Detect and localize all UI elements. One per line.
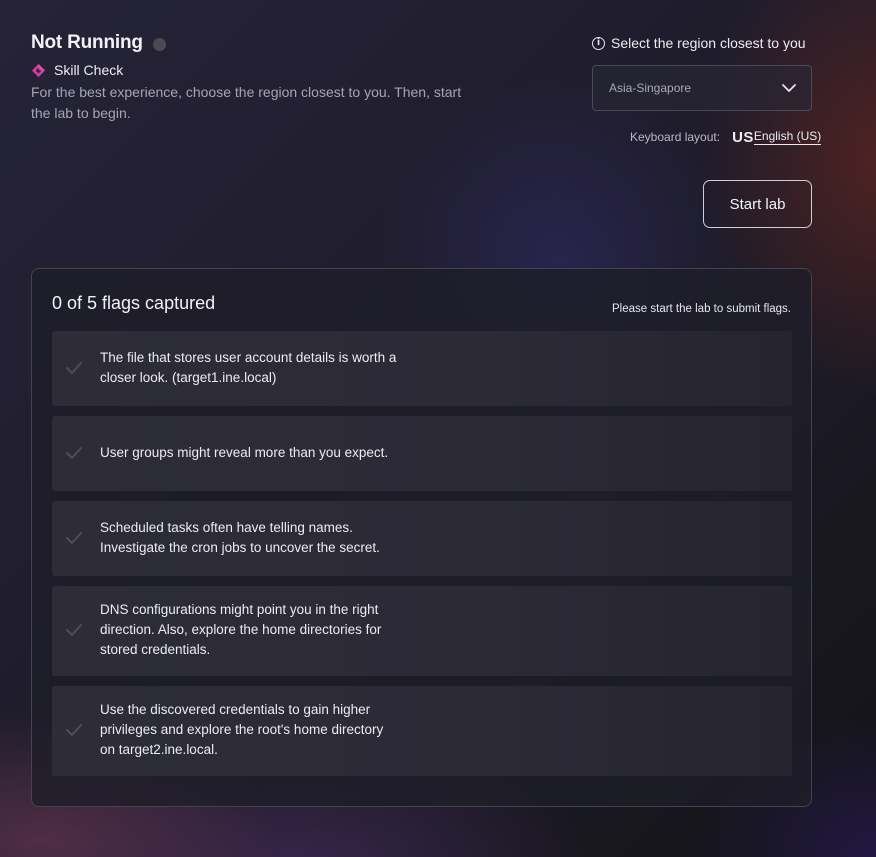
check-icon <box>66 532 82 544</box>
flag-item: Use the discovered credentials to gain h… <box>52 686 792 776</box>
keyboard-layout: Keyboard layout: US English (US) <box>630 127 822 146</box>
page-title: Not Running <box>31 32 143 53</box>
check-icon <box>66 724 82 736</box>
keyboard-layout-code: US <box>732 129 754 146</box>
lab-type-badge: Skill Check <box>31 62 123 78</box>
flag-text: DNS configurations might point you in th… <box>100 602 382 657</box>
flag-item: User groups might reveal more than you e… <box>52 416 792 491</box>
check-icon <box>66 624 82 636</box>
info-icon[interactable]: i <box>592 36 605 50</box>
region-label: i Select the region closest to you <box>592 35 806 51</box>
region-select[interactable]: Asia-Singapore <box>592 65 812 111</box>
status-indicator-dot <box>152 37 166 51</box>
check-icon <box>66 447 82 459</box>
flags-count-title: 0 of 5 flags captured <box>52 293 216 313</box>
flag-text: Use the discovered credentials to gain h… <box>100 702 384 757</box>
flags-panel: 0 of 5 flags captured Please start the l… <box>31 268 812 807</box>
lab-type-label: Skill Check <box>54 62 124 78</box>
diamond-icon <box>31 63 46 77</box>
flag-text: User groups might reveal more than you e… <box>100 445 389 460</box>
flags-note: Please start the lab to submit flags. <box>612 303 791 315</box>
flag-item: The file that stores user account detail… <box>52 331 792 406</box>
flag-text: Scheduled tasks often have telling names… <box>100 520 380 555</box>
flag-item: DNS configurations might point you in th… <box>52 586 792 676</box>
check-icon <box>66 362 82 374</box>
keyboard-layout-label: Keyboard layout: <box>630 129 721 144</box>
keyboard-layout-link[interactable]: English (US) <box>753 129 822 145</box>
lab-status: Not Running <box>31 32 166 54</box>
intro-text: For the best experience, choose the regi… <box>31 84 462 121</box>
flag-text: The file that stores user account detail… <box>100 350 397 385</box>
region-selected-value: Asia-Singapore <box>609 81 692 95</box>
flag-item: Scheduled tasks often have telling names… <box>52 501 792 576</box>
start-lab-button[interactable]: Start lab <box>703 180 812 228</box>
region-label-text: Select the region closest to you <box>611 35 806 51</box>
chevron-down-icon <box>782 84 796 92</box>
